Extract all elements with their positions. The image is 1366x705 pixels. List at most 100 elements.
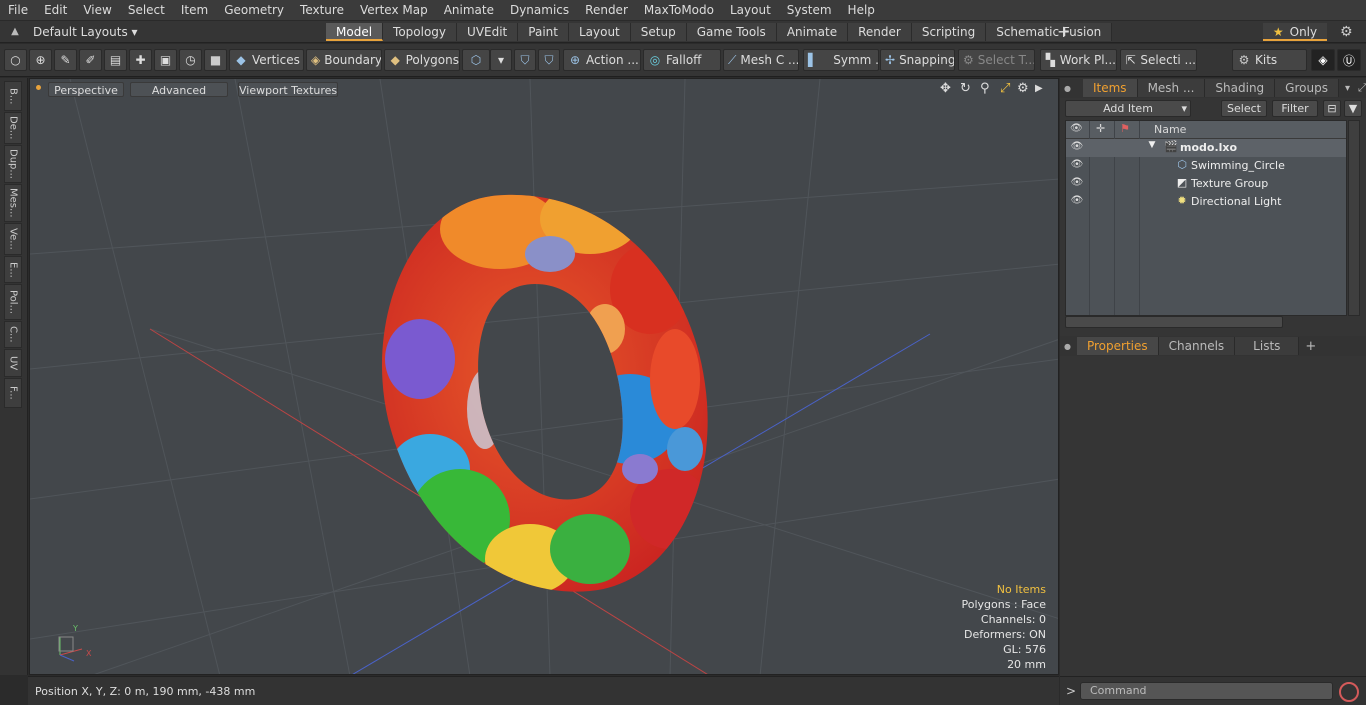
item-row-light[interactable]: 👁 ✹ Directional Light [1066,193,1346,211]
tab-items[interactable]: Items [1082,79,1138,97]
3d-viewport[interactable]: Y X Perspective Advanced Viewport Textur… [29,78,1059,675]
viewport-textures-button[interactable]: Viewport Textures [238,82,338,97]
material-dropdown-button[interactable]: ▾ [490,49,512,71]
tab-groups[interactable]: Groups [1275,79,1339,97]
viewport-menu-arrow-icon[interactable]: ▶ [1035,83,1043,94]
symmetry-button[interactable]: ▌ Symm ... [803,49,879,71]
tab-game-tools[interactable]: Game Tools [686,22,777,41]
tab-schematic-fusion[interactable]: Schematic Fusion [986,22,1113,41]
work-plane-button[interactable]: ▚ Work Pl... [1040,49,1117,71]
expand-arrow-icon[interactable]: ▼ [1146,140,1158,150]
menu-dynamics[interactable]: Dynamics [502,3,577,17]
tab-layout[interactable]: Layout [568,22,631,41]
boundary-button[interactable]: ◈ Boundary [306,49,382,71]
menu-item[interactable]: Item [173,3,216,17]
globe-button[interactable]: ⊕ [29,49,52,71]
select-button[interactable]: Select [1221,100,1267,117]
menu-maxtomodo[interactable]: MaxToModo [636,3,722,17]
item-list-horizontal-scrollbar[interactable] [1065,316,1283,328]
falloff-button[interactable]: ◎ Falloff [643,49,721,71]
only-toggle[interactable]: ★ Only [1263,22,1327,41]
left-tab-uv[interactable]: UV [4,349,22,377]
eye-icon[interactable]: 👁 [1069,177,1085,188]
tab-uvedit[interactable]: UVEdit [457,22,519,41]
item-row-scene[interactable]: 👁 ▼ 🎬 modo.lxo [1066,139,1346,157]
tab-channels[interactable]: Channels [1158,337,1236,355]
clock-button[interactable]: ◷ [179,49,202,71]
eye-icon[interactable]: 👁 [1069,141,1085,152]
action-center-button[interactable]: ⊕ Action ... [563,49,641,71]
mesh-constraint-button[interactable]: ⟋ Mesh C ... [723,49,799,71]
left-tab-curve[interactable]: C... [4,321,22,348]
visibility-header-icon[interactable]: 👁 [1070,123,1083,134]
menu-file[interactable]: File [0,3,36,17]
vertices-button[interactable]: ◆ Vertices [229,49,304,71]
menu-view[interactable]: View [75,3,119,17]
select-through-button[interactable]: ⚙ Select T... [958,49,1035,71]
select-mode-circle-button[interactable]: ○ [4,49,27,71]
left-tab-deform[interactable]: De... [4,112,22,144]
menu-select[interactable]: Select [120,3,173,17]
kits-button[interactable]: ⚙ Kits [1232,49,1307,71]
pose-header-icon[interactable]: ⚑ [1120,122,1130,135]
shield-b-button[interactable]: ⛉ [538,49,560,71]
tab-animate[interactable]: Animate [776,22,849,41]
rotate-view-icon[interactable]: ↻ [960,81,971,96]
menu-vertex-map[interactable]: Vertex Map [352,3,436,17]
left-tab-basic[interactable]: B... [4,81,22,111]
collapse-button[interactable]: ⊟ [1323,100,1341,117]
center-button[interactable]: ✚ [129,49,152,71]
item-row-texture-group[interactable]: 👁 ◩ Texture Group [1066,175,1346,193]
tab-topology[interactable]: Topology [383,22,458,41]
left-tab-edge[interactable]: E... [4,256,22,283]
lock-header-icon[interactable]: ✛ [1096,122,1105,135]
left-tab-fusion[interactable]: F... [4,378,22,408]
menu-animate[interactable]: Animate [436,3,502,17]
tab-shading[interactable]: Shading [1205,79,1276,97]
material-mode-button[interactable]: ⬡ [462,49,490,71]
move-view-icon[interactable]: ✥ [940,81,951,96]
snapping-button[interactable]: ✢ Snapping [880,49,955,71]
zoom-view-icon[interactable]: ⚲ [980,81,990,96]
filter-button[interactable]: Filter [1272,100,1318,117]
menu-system[interactable]: System [779,3,840,17]
unity-button[interactable]: ◈ [1311,49,1335,71]
add-properties-tab-button[interactable]: + [1305,339,1316,354]
eye-icon[interactable]: 👁 [1069,159,1085,170]
default-layouts-dropdown[interactable]: Default Layouts ▾ [33,25,313,39]
tab-mesh[interactable]: Mesh ... [1137,79,1206,97]
brush-button[interactable]: ✐ [79,49,102,71]
item-mode-button[interactable]: ■ [204,49,227,71]
tab-scripting[interactable]: Scripting [911,22,987,41]
shield-a-button[interactable]: ⛉ [514,49,536,71]
polygons-button[interactable]: ◆ Polygons [384,49,460,71]
tabs-overflow-chevron-icon[interactable]: ▾ [1345,83,1350,94]
tab-render[interactable]: Render [848,22,912,41]
tab-properties[interactable]: Properties [1076,337,1159,355]
panel-expand-icon[interactable]: ⤢ [1358,81,1366,95]
pen-button[interactable]: ✎ [54,49,77,71]
menu-texture[interactable]: Texture [292,3,352,17]
unreal-button[interactable]: Ⓤ [1337,49,1361,71]
eye-icon[interactable]: 👁 [1069,195,1085,206]
funnel-button[interactable]: ▼ [1344,100,1362,117]
item-row-mesh[interactable]: 👁 ⬡ Swimming_Circle [1066,157,1346,175]
gear-icon[interactable]: ⚙ [1340,24,1353,40]
maximize-view-icon[interactable]: ⤢ [1000,81,1010,96]
record-macro-icon[interactable] [1339,682,1359,702]
add-item-button[interactable]: Add Item ▾ [1065,100,1191,117]
tab-paint[interactable]: Paint [518,22,569,41]
tab-lists[interactable]: Lists [1235,337,1300,355]
left-tab-duplicate[interactable]: Dup... [4,145,22,183]
perspective-button[interactable]: Perspective [48,82,124,97]
name-column-header[interactable]: Name [1154,123,1186,136]
menu-edit[interactable]: Edit [36,3,75,17]
add-tab-button[interactable]: + [1057,22,1070,41]
menu-geometry[interactable]: Geometry [216,3,292,17]
tab-model[interactable]: Model [326,22,384,41]
command-input[interactable]: Command [1080,682,1333,700]
frame-button[interactable]: ▣ [154,49,177,71]
viewport-settings-icon[interactable]: ⚙ [1017,81,1029,96]
tab-setup[interactable]: Setup [630,22,687,41]
item-list-vertical-scrollbar[interactable] [1348,120,1360,316]
